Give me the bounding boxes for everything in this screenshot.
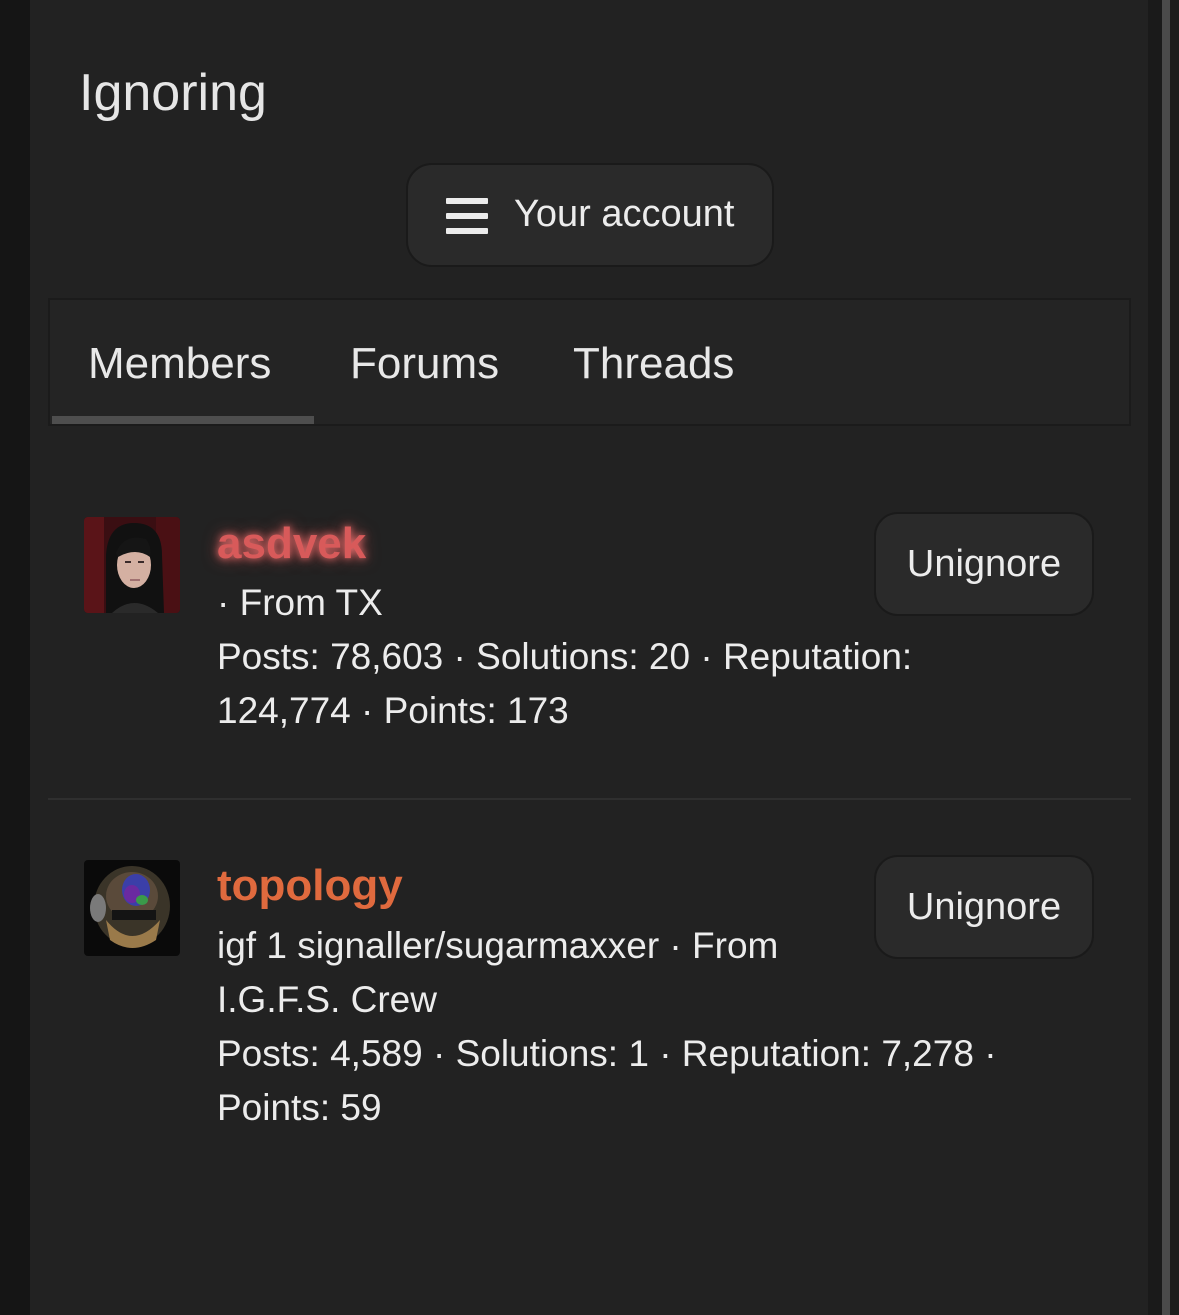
unignore-button[interactable]: Unignore bbox=[874, 512, 1094, 616]
member-location: · From TX bbox=[217, 582, 383, 623]
member-stats-line-2: 124,774 · Points: 173 bbox=[217, 690, 569, 731]
your-account-label: Your account bbox=[514, 193, 735, 235]
member-title-line-1: igf 1 signaller/sugarmaxxer · From bbox=[217, 925, 779, 966]
tab-members[interactable]: Members bbox=[88, 338, 271, 391]
your-account-button[interactable]: Your account bbox=[406, 163, 774, 267]
panel-edge bbox=[1148, 0, 1162, 1315]
username-link[interactable]: asdvek bbox=[217, 518, 366, 571]
avatar-asdvek[interactable] bbox=[84, 517, 180, 613]
member-stats-line-1: Posts: 78,603 · Solutions: 20 · Reputati… bbox=[217, 636, 913, 677]
member-stats-line-1: Posts: 4,589 · Solutions: 1 · Reputation… bbox=[217, 1033, 997, 1074]
page-title: Ignoring bbox=[79, 64, 267, 122]
member-title-line-2: I.G.F.S. Crew bbox=[217, 979, 437, 1020]
page-root: Ignoring Your account Members Forums Thr… bbox=[0, 0, 1179, 1315]
list-divider bbox=[48, 798, 1131, 800]
avatar-topology[interactable] bbox=[84, 860, 180, 956]
tab-bar: Members Forums Threads bbox=[48, 298, 1131, 426]
scrollbar[interactable] bbox=[1162, 0, 1170, 1315]
username-link[interactable]: topology bbox=[217, 860, 403, 913]
hamburger-icon bbox=[446, 198, 488, 234]
active-tab-indicator bbox=[52, 416, 314, 424]
unignore-button[interactable]: Unignore bbox=[874, 855, 1094, 959]
member-stats-line-2: Points: 59 bbox=[217, 1087, 382, 1128]
tab-forums[interactable]: Forums bbox=[350, 338, 499, 391]
window-edge bbox=[1170, 0, 1179, 1315]
tab-threads[interactable]: Threads bbox=[573, 338, 734, 391]
